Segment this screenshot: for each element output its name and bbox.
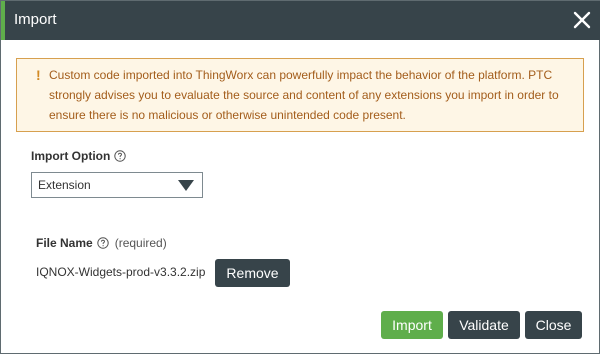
help-icon[interactable] bbox=[97, 237, 109, 249]
required-note: (required) bbox=[114, 236, 167, 250]
close-button[interactable]: Close bbox=[525, 311, 582, 339]
file-name-value: IQNOX-Widgets-prod-v3.3.2.zip bbox=[36, 265, 206, 279]
warning-banner: ! Custom code imported into ThingWorx ca… bbox=[16, 58, 584, 132]
help-icon[interactable] bbox=[114, 150, 127, 162]
import-button[interactable]: Import bbox=[381, 311, 443, 339]
import-dialog: Import ! Custom code imported into Thing… bbox=[0, 0, 600, 354]
import-option-label: Import Option bbox=[31, 149, 111, 163]
dialog-header: Import bbox=[1, 1, 600, 40]
file-name-label-row: File Name (required) bbox=[36, 236, 167, 250]
warning-text: Custom code imported into ThingWorx can … bbox=[49, 68, 559, 122]
chevron-down-icon bbox=[178, 180, 194, 191]
file-name-label: File Name bbox=[36, 236, 93, 250]
warning-icon: ! bbox=[36, 67, 41, 83]
import-option-label-row: Import Option bbox=[31, 149, 127, 163]
validate-button[interactable]: Validate bbox=[448, 311, 520, 339]
remove-button[interactable]: Remove bbox=[215, 259, 290, 287]
dialog-title: Import bbox=[14, 11, 57, 28]
close-icon[interactable] bbox=[571, 9, 593, 31]
import-option-value: Extension bbox=[38, 178, 91, 192]
import-option-select[interactable]: Extension bbox=[31, 172, 203, 198]
